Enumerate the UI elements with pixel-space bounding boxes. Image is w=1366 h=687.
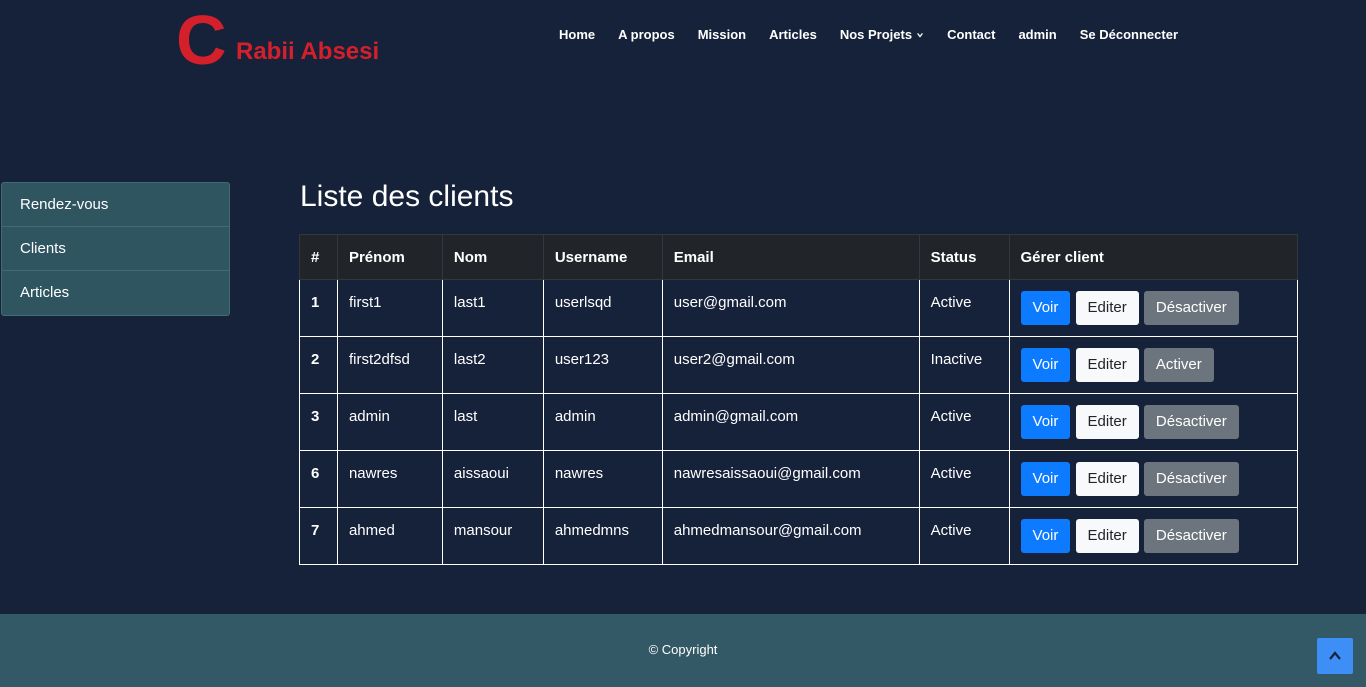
table-row: 1 first1 last1 userlsqd user@gmail.com A…	[299, 279, 1299, 337]
sidebar-item-articles[interactable]: Articles	[2, 271, 229, 315]
cell-actions: Voir Editer Activer	[1008, 336, 1299, 394]
cell-username: ahmedmns	[542, 507, 663, 565]
view-client-button[interactable]: Voir	[1020, 462, 1071, 496]
nav-mission[interactable]: Mission	[698, 27, 746, 42]
cell-prenom: nawres	[336, 450, 443, 508]
nav-admin[interactable]: admin	[1018, 27, 1056, 42]
edit-client-button[interactable]: Editer	[1075, 405, 1139, 439]
column-header: Nom	[441, 234, 544, 280]
cell-nom: aissaoui	[441, 450, 544, 508]
back-to-top-button[interactable]	[1317, 638, 1353, 674]
table-header: # Prénom Nom Username Email Status Gérer…	[299, 234, 1299, 280]
cell-status: Active	[918, 450, 1010, 508]
cell-id: 1	[299, 279, 338, 337]
sidebar-item-rendez-vous[interactable]: Rendez-vous	[2, 183, 229, 227]
clients-table: # Prénom Nom Username Email Status Gérer…	[299, 234, 1299, 565]
brand-name: Rabii Absesi	[236, 38, 380, 65]
cell-status: Active	[918, 393, 1010, 451]
cell-username: nawres	[542, 450, 663, 508]
cell-id: 6	[299, 450, 338, 508]
cell-prenom: first2dfsd	[336, 336, 443, 394]
brand-logo[interactable]: C Rabii Absesi	[176, 1, 406, 79]
cell-actions: Voir Editer Désactiver	[1008, 279, 1299, 337]
view-client-button[interactable]: Voir	[1020, 348, 1071, 382]
edit-client-button[interactable]: Editer	[1075, 291, 1139, 325]
table-row: 7 ahmed mansour ahmedmns ahmedmansour@gm…	[299, 507, 1299, 565]
page-title: Liste des clients	[300, 180, 514, 213]
column-header: Email	[661, 234, 920, 280]
cell-actions: Voir Editer Désactiver	[1008, 450, 1299, 508]
cell-id: 2	[299, 336, 338, 394]
cell-status: Inactive	[918, 336, 1010, 394]
footer: © Copyright	[0, 614, 1366, 687]
cell-prenom: first1	[336, 279, 443, 337]
toggle-status-button[interactable]: Activer	[1143, 348, 1214, 382]
edit-client-button[interactable]: Editer	[1075, 348, 1139, 382]
edit-client-button[interactable]: Editer	[1075, 519, 1139, 553]
nav-home[interactable]: Home	[559, 27, 595, 42]
cell-id: 3	[299, 393, 338, 451]
table-row: 6 nawres aissaoui nawres nawresaissaoui@…	[299, 450, 1299, 508]
column-header: Gérer client	[1008, 234, 1299, 280]
sidebar: Rendez-vous Clients Articles	[1, 182, 230, 316]
view-client-button[interactable]: Voir	[1020, 519, 1071, 553]
nav-contact[interactable]: Contact	[947, 27, 995, 42]
nav-a-propos[interactable]: A propos	[618, 27, 675, 42]
cell-username: user123	[542, 336, 663, 394]
toggle-status-button[interactable]: Désactiver	[1143, 462, 1239, 496]
copyright-text: © Copyright	[648, 642, 718, 657]
toggle-status-button[interactable]: Désactiver	[1143, 291, 1239, 325]
cell-status: Active	[918, 279, 1010, 337]
cell-nom: last2	[441, 336, 544, 394]
toggle-status-button[interactable]: Désactiver	[1143, 405, 1239, 439]
table-row: 2 first2dfsd last2 user123 user2@gmail.c…	[299, 336, 1299, 394]
cell-nom: mansour	[441, 507, 544, 565]
cell-prenom: ahmed	[336, 507, 443, 565]
view-client-button[interactable]: Voir	[1020, 291, 1071, 325]
cell-id: 7	[299, 507, 338, 565]
page: C Rabii Absesi Home A propos Mission Art…	[0, 0, 1366, 687]
cell-nom: last1	[441, 279, 544, 337]
cell-username: admin	[542, 393, 663, 451]
nav-nos-projets-label: Nos Projets	[839, 27, 913, 42]
chevron-down-icon	[917, 32, 923, 38]
column-header: Status	[918, 234, 1010, 280]
cell-actions: Voir Editer Désactiver	[1008, 507, 1299, 565]
cell-email: nawresaissaoui@gmail.com	[661, 450, 920, 508]
nav-logout[interactable]: Se Déconnecter	[1080, 27, 1178, 42]
cell-actions: Voir Editer Désactiver	[1008, 393, 1299, 451]
column-header: Prénom	[336, 234, 443, 280]
logo-letter: C	[176, 1, 227, 79]
cell-email: admin@gmail.com	[661, 393, 920, 451]
edit-client-button[interactable]: Editer	[1075, 462, 1139, 496]
nav-nos-projets[interactable]: Nos Projets	[840, 27, 924, 42]
cell-prenom: admin	[336, 393, 443, 451]
column-header: Username	[542, 234, 663, 280]
cell-email: user@gmail.com	[661, 279, 920, 337]
column-header: #	[299, 234, 338, 280]
cell-status: Active	[918, 507, 1010, 565]
table-row: 3 admin last admin admin@gmail.com Activ…	[299, 393, 1299, 451]
chevron-up-icon	[1329, 651, 1341, 660]
cell-username: userlsqd	[542, 279, 663, 337]
nav-articles[interactable]: Articles	[769, 27, 817, 42]
cell-nom: last	[441, 393, 544, 451]
view-client-button[interactable]: Voir	[1020, 405, 1071, 439]
sidebar-item-clients[interactable]: Clients	[2, 227, 229, 271]
cell-email: user2@gmail.com	[661, 336, 920, 394]
main-nav: Home A propos Mission Articles Nos Proje…	[559, 27, 1178, 42]
toggle-status-button[interactable]: Désactiver	[1143, 519, 1239, 553]
cell-email: ahmedmansour@gmail.com	[661, 507, 920, 565]
